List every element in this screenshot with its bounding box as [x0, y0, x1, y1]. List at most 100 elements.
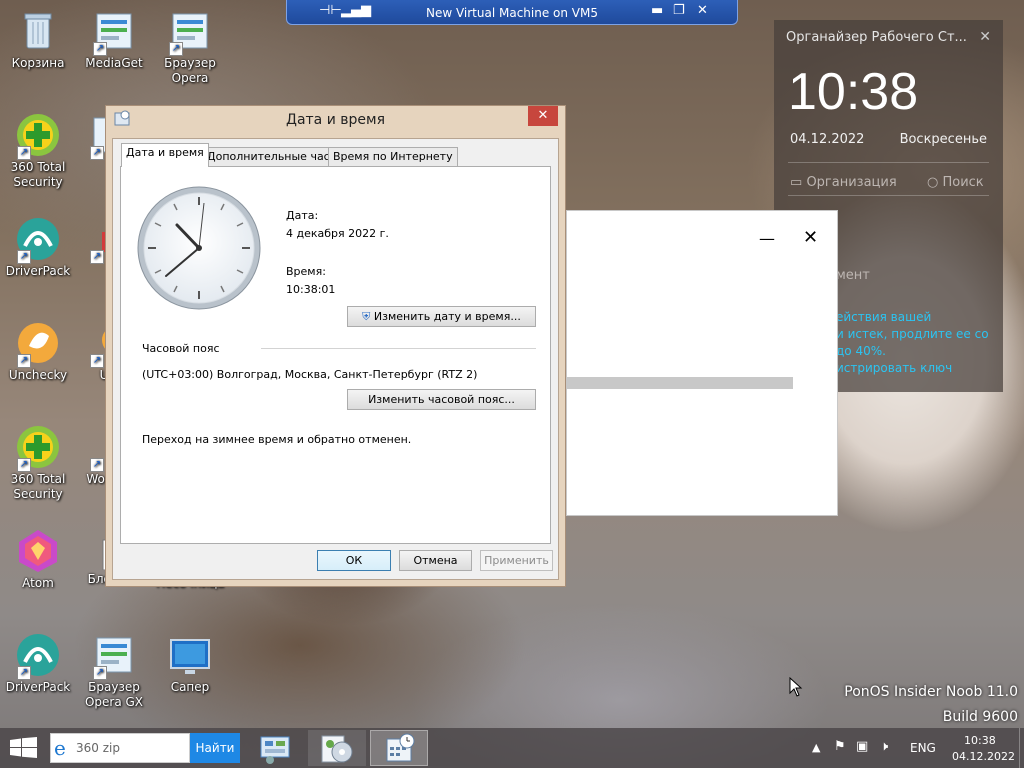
- background-window[interactable]: — ✕: [566, 210, 838, 516]
- gadget-message-line: ействия вашей: [836, 310, 932, 324]
- ie-icon: e: [54, 736, 66, 760]
- date-label: Дата:: [286, 209, 319, 222]
- shortcut-arrow-icon: ↗: [17, 146, 31, 160]
- os-build-line: Build 9600: [942, 709, 1018, 725]
- gadget-partial-label: мент: [836, 268, 870, 283]
- atom-icon: [15, 528, 61, 574]
- gadget-organization-link[interactable]: ▭ Организация: [790, 175, 897, 190]
- shortcut-arrow-icon: ↗: [169, 42, 183, 56]
- timezone-header: Часовой пояс: [142, 342, 220, 355]
- driverpack-icon: ↗: [15, 216, 61, 264]
- unchecky-icon: ↗: [15, 320, 61, 368]
- shortcut-arrow-icon: ↗: [17, 354, 31, 368]
- control-panel-icon: [260, 736, 290, 764]
- mouse-cursor-icon: [789, 676, 803, 700]
- register-key-link[interactable]: истрировать ключ: [836, 361, 952, 375]
- apply-button[interactable]: Применить: [480, 550, 553, 571]
- gadget-close-icon[interactable]: ✕: [979, 29, 991, 45]
- desktop-icon-label: DriverPack: [5, 680, 71, 694]
- desktop-icon-opera-gx[interactable]: ↗ Браузер Opera GX: [76, 632, 152, 710]
- dialog-title: Дата и время: [286, 112, 385, 128]
- gadget-message-line: до 40%.: [836, 344, 886, 358]
- date-time-dialog[interactable]: Дата и время ✕ Дата и время Дополнительн…: [105, 105, 566, 587]
- tab-additional-clocks[interactable]: Дополнительные часы: [202, 147, 344, 166]
- vm-title: New Virtual Machine on VM5: [425, 6, 599, 20]
- tab-internet-time[interactable]: Время по Интернету: [328, 147, 458, 166]
- tab-panel: Дата: 4 декабря 2022 г. Время: 10:38:01 …: [120, 166, 551, 544]
- change-date-time-button[interactable]: ⛨ Изменить дату и время...: [347, 306, 536, 327]
- analog-clock-icon: [136, 185, 262, 314]
- volume-muted-icon[interactable]: 🕨: [880, 739, 888, 754]
- start-button[interactable]: [10, 737, 38, 762]
- gadget-search-link[interactable]: ○ Поиск: [927, 175, 984, 190]
- dst-note: Переход на зимнее время и обратно отмене…: [142, 433, 412, 446]
- tab-date-time[interactable]: Дата и время: [121, 143, 209, 167]
- uac-shield-icon: ⛨: [362, 310, 371, 323]
- minimize-icon[interactable]: ▬: [651, 3, 663, 18]
- shortcut-arrow-icon: ↗: [90, 250, 104, 264]
- show-desktop-button[interactable]: [1019, 728, 1024, 768]
- minimize-icon[interactable]: —: [759, 229, 775, 248]
- close-icon[interactable]: ✕: [697, 3, 708, 18]
- show-hidden-icons-button[interactable]: ▲: [812, 741, 820, 754]
- shortcut-arrow-icon: ↗: [93, 666, 107, 680]
- desktop-icon-label: Корзина: [11, 56, 65, 70]
- network-icon[interactable]: ▣: [856, 739, 868, 754]
- clock-time[interactable]: 10:38: [964, 734, 996, 747]
- taskbar-app-media[interactable]: [308, 730, 366, 766]
- desktop-icon-atom[interactable]: Atom: [0, 528, 76, 591]
- language-indicator[interactable]: ENG: [910, 741, 936, 755]
- desktop-icon-unchecky[interactable]: ↗ Unchecky: [0, 320, 76, 383]
- dialog-close-button[interactable]: ✕: [528, 106, 558, 126]
- close-icon[interactable]: ✕: [803, 227, 818, 248]
- gadget-time: 10:38: [788, 63, 919, 121]
- opera-browser-icon: ↗: [167, 8, 213, 56]
- desktop-icon-360-total-security[interactable]: ↗ 360 Total Security: [0, 112, 76, 190]
- taskbar-app-control-panel[interactable]: [246, 730, 304, 766]
- dialog-client-area: Дата и время Дополнительные часы Время п…: [112, 138, 559, 580]
- desktop-icon-mediaget[interactable]: ↗ MediaGet: [76, 8, 152, 71]
- desktop-icon-driverpack[interactable]: ↗ DriverPack: [0, 216, 76, 279]
- shortcut-arrow-icon: ↗: [90, 458, 104, 472]
- desktop-icon-label: Unchecky: [8, 368, 68, 382]
- taskbar: e 360 zip Найти ▲ ⚑ ▣ 🕨 ENG 10:38 04.12.…: [0, 728, 1024, 768]
- desktop-icon-360-total-security-2[interactable]: ↗ 360 Total Security: [0, 424, 76, 502]
- desktop-icon-label: Сапер: [170, 680, 210, 694]
- search-button[interactable]: Найти: [190, 733, 240, 763]
- vm-connection-bar[interactable]: ⊣⊢ ▂▄▆ New Virtual Machine on VM5 ▬ ❐ ✕: [286, 0, 738, 25]
- restore-icon[interactable]: ❐: [673, 3, 685, 18]
- date-value: 4 декабря 2022 г.: [286, 227, 389, 240]
- shortcut-arrow-icon: ↗: [90, 354, 104, 368]
- desktop-icon-minesweeper[interactable]: Сапер: [152, 632, 228, 695]
- desktop-icon-recycle-bin[interactable]: Корзина: [0, 8, 76, 71]
- gadget-message-line: и истек, продлите ее со: [836, 327, 989, 341]
- monitor-icon: ▭: [790, 175, 803, 190]
- clock-date[interactable]: 04.12.2022: [952, 750, 1015, 763]
- gadget-date: 04.12.2022: [790, 132, 865, 147]
- shortcut-arrow-icon: ↗: [93, 42, 107, 56]
- desktop-icon-label: Браузер Opera: [164, 56, 216, 85]
- search-input[interactable]: e 360 zip: [50, 733, 190, 763]
- opera-gx-icon: ↗: [91, 632, 137, 680]
- driverpack-icon: ↗: [15, 632, 61, 680]
- desktop-icon-label: 360 Total Security: [10, 472, 66, 501]
- progress-bar: [567, 377, 793, 389]
- os-brand-line: PonOS Insider Noob 11.0: [844, 684, 1018, 700]
- gadget-day: Воскресенье: [899, 132, 987, 147]
- desktop-icon-driverpack-2[interactable]: ↗ DriverPack: [0, 632, 76, 695]
- windows-logo-icon: [10, 737, 37, 758]
- action-center-flag-icon[interactable]: ⚑: [834, 739, 846, 754]
- taskbar-app-date-time[interactable]: [370, 730, 428, 766]
- gadget-title: Органайзер Рабочего Ст...: [786, 30, 967, 45]
- cancel-button[interactable]: Отмена: [399, 550, 472, 571]
- 360-total-security-icon: ↗: [15, 424, 61, 472]
- desktop-icon-label: Браузер Opera GX: [84, 680, 144, 709]
- desktop-icon-label: Atom: [22, 576, 54, 590]
- minesweeper-icon: [167, 632, 213, 678]
- desktop-icon-label: DriverPack: [5, 264, 71, 278]
- change-timezone-button[interactable]: Изменить часовой пояс...: [347, 389, 536, 410]
- time-label: Время:: [286, 265, 326, 278]
- desktop-icon-opera[interactable]: ↗ Браузер Opera: [152, 8, 228, 86]
- shortcut-arrow-icon: ↗: [17, 458, 31, 472]
- ok-button[interactable]: ОК: [317, 550, 391, 571]
